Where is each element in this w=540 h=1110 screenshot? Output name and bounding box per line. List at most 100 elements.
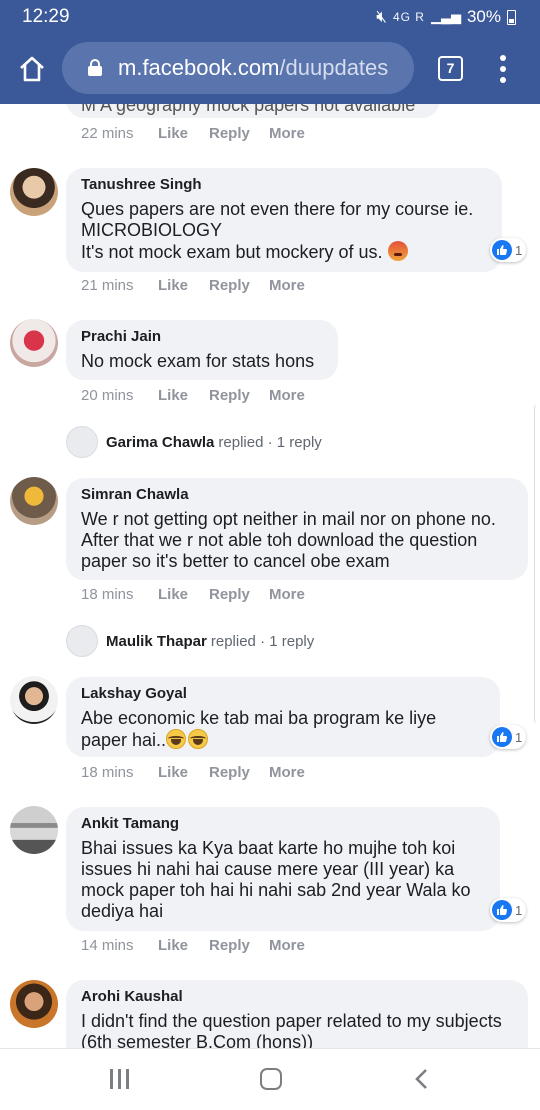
comment-time[interactable]: 14 mins xyxy=(81,937,158,954)
status-bar: 12:29 🔇︎ 4G R ▁▃▅ 30% xyxy=(0,0,540,34)
back-icon[interactable] xyxy=(414,1069,428,1089)
comment-bubble: M A geography mock papers not available xyxy=(66,104,440,118)
comment-bubble: Arohi Kaushal I didn't find the question… xyxy=(66,980,528,1048)
reply-count: 1 reply xyxy=(276,433,322,451)
reply-button[interactable]: Reply xyxy=(209,125,269,142)
reply-button[interactable]: Reply xyxy=(209,586,269,603)
comment-bubble: Ankit Tamang Bhai issues ka Kya baat kar… xyxy=(66,807,500,931)
comment-thread: M A geography mock papers not available … xyxy=(0,104,540,1048)
system-navigation-bar xyxy=(0,1048,540,1110)
overflow-menu-icon[interactable] xyxy=(497,55,509,83)
reply-button[interactable]: Reply xyxy=(209,277,269,294)
avatar[interactable] xyxy=(10,980,58,1028)
thumbs-up-icon xyxy=(492,900,512,920)
like-button[interactable]: Like xyxy=(158,387,209,404)
comment-author[interactable]: Simran Chawla xyxy=(81,486,513,504)
reply-button[interactable]: Reply xyxy=(209,764,269,781)
like-button[interactable]: Like xyxy=(158,277,209,294)
reaction-number: 1 xyxy=(515,729,523,745)
comment-bubble: Lakshay Goyal Abe economic ke tab mai ba… xyxy=(66,677,500,757)
avatar[interactable] xyxy=(10,319,58,367)
comment-time[interactable]: 20 mins xyxy=(81,387,158,404)
comment-text: Abe economic ke tab mai ba program ke li… xyxy=(81,708,437,750)
reply-author: Garima Chawla xyxy=(106,433,215,451)
lock-icon xyxy=(88,59,102,76)
reply-button[interactable]: Reply xyxy=(209,387,269,404)
url-bar[interactable]: m.facebook.com/duupdates xyxy=(62,42,414,94)
battery-icon xyxy=(507,9,516,25)
home-icon[interactable] xyxy=(17,54,47,84)
comment-actions: 20 mins Like Reply More xyxy=(81,387,305,404)
replies-link[interactable]: Maulik Thapar replied · 1 reply xyxy=(66,625,314,657)
like-button[interactable]: Like xyxy=(158,937,209,954)
mute-icon: 🔇︎ xyxy=(376,7,387,26)
browser-toolbar: m.facebook.com/duupdates 7 xyxy=(0,34,540,104)
comment-text: No mock exam for stats hons xyxy=(81,351,315,371)
reaction-count[interactable]: 1 xyxy=(490,898,527,922)
avatar[interactable] xyxy=(10,806,58,854)
more-button[interactable]: More xyxy=(269,764,305,781)
like-button[interactable]: Like xyxy=(158,764,209,781)
like-button[interactable]: Like xyxy=(158,125,209,142)
avatar xyxy=(66,426,98,458)
separator: · xyxy=(267,433,273,451)
tab-switcher-button[interactable]: 7 xyxy=(438,56,463,81)
comment-text: Bhai issues ka Kya baat karte ho mujhe t… xyxy=(81,838,471,921)
separator: · xyxy=(260,632,266,650)
thumbs-up-icon xyxy=(492,240,512,260)
comment-text: M A geography mock papers not available xyxy=(81,104,416,115)
comment-author[interactable]: Arohi Kaushal xyxy=(81,988,513,1006)
like-button[interactable]: Like xyxy=(158,586,209,603)
reply-author: Maulik Thapar xyxy=(106,632,207,650)
comment-time[interactable]: 22 mins xyxy=(81,125,158,142)
comment-time[interactable]: 21 mins xyxy=(81,277,158,294)
reaction-number: 1 xyxy=(515,902,523,918)
status-icons: 🔇︎ 4G R ▁▃▅ 30% xyxy=(376,7,516,27)
avatar[interactable] xyxy=(10,168,58,216)
comment-bubble: Tanushree Singh Ques papers are not even… xyxy=(66,168,502,272)
comment-actions: 21 mins Like Reply More xyxy=(81,277,305,294)
more-button[interactable]: More xyxy=(269,277,305,294)
comment-actions: 22 mins Like Reply More xyxy=(81,125,305,142)
replied-label: replied xyxy=(218,433,264,451)
url-text[interactable]: m.facebook.com/duupdates xyxy=(118,55,388,81)
comment-actions: 14 mins Like Reply More xyxy=(81,937,305,954)
more-button[interactable]: More xyxy=(269,586,305,603)
comment-actions: 18 mins Like Reply More xyxy=(81,764,305,781)
comment-time[interactable]: 18 mins xyxy=(81,586,158,603)
laughing-emoji-icon xyxy=(166,729,187,749)
scroll-indicator xyxy=(534,404,540,724)
more-button[interactable]: More xyxy=(269,937,305,954)
avatar[interactable] xyxy=(10,477,58,525)
more-button[interactable]: More xyxy=(269,125,305,142)
reply-count: 1 reply xyxy=(269,632,315,650)
comment-text: I didn't find the question paper related… xyxy=(81,1011,502,1048)
comment-text: We r not getting opt neither in mail nor… xyxy=(81,509,496,571)
battery-percent: 30% xyxy=(466,7,501,26)
network-icon: 4G R xyxy=(392,10,425,24)
avatar[interactable] xyxy=(10,676,58,724)
reaction-number: 1 xyxy=(515,242,523,258)
reaction-count[interactable]: 1 xyxy=(490,238,527,262)
comment-author[interactable]: Ankit Tamang xyxy=(81,815,485,833)
signal-icon: ▁▃▅ xyxy=(430,9,461,24)
reply-button[interactable]: Reply xyxy=(209,937,269,954)
comment-author[interactable]: Prachi Jain xyxy=(81,328,323,346)
comment-actions: 18 mins Like Reply More xyxy=(81,586,305,603)
comment-time[interactable]: 18 mins xyxy=(81,764,158,781)
comment-author[interactable]: Tanushree Singh xyxy=(81,176,487,194)
more-button[interactable]: More xyxy=(269,387,305,404)
home-nav-icon[interactable] xyxy=(260,1068,282,1090)
clock: 12:29 xyxy=(22,6,70,27)
comment-bubble: Simran Chawla We r not getting opt neith… xyxy=(66,478,528,580)
thumbs-up-icon xyxy=(492,727,512,747)
comment-text: Ques papers are not even there for my co… xyxy=(81,199,474,262)
comment-author[interactable]: Lakshay Goyal xyxy=(81,685,485,703)
comment-bubble: Prachi Jain No mock exam for stats hons xyxy=(66,320,338,380)
replies-link[interactable]: Garima Chawla replied · 1 reply xyxy=(66,426,322,458)
reaction-count[interactable]: 1 xyxy=(490,725,527,749)
laughing-emoji-icon xyxy=(188,729,209,749)
recents-icon[interactable] xyxy=(110,1069,130,1089)
avatar xyxy=(66,625,98,657)
replied-label: replied xyxy=(210,632,256,650)
